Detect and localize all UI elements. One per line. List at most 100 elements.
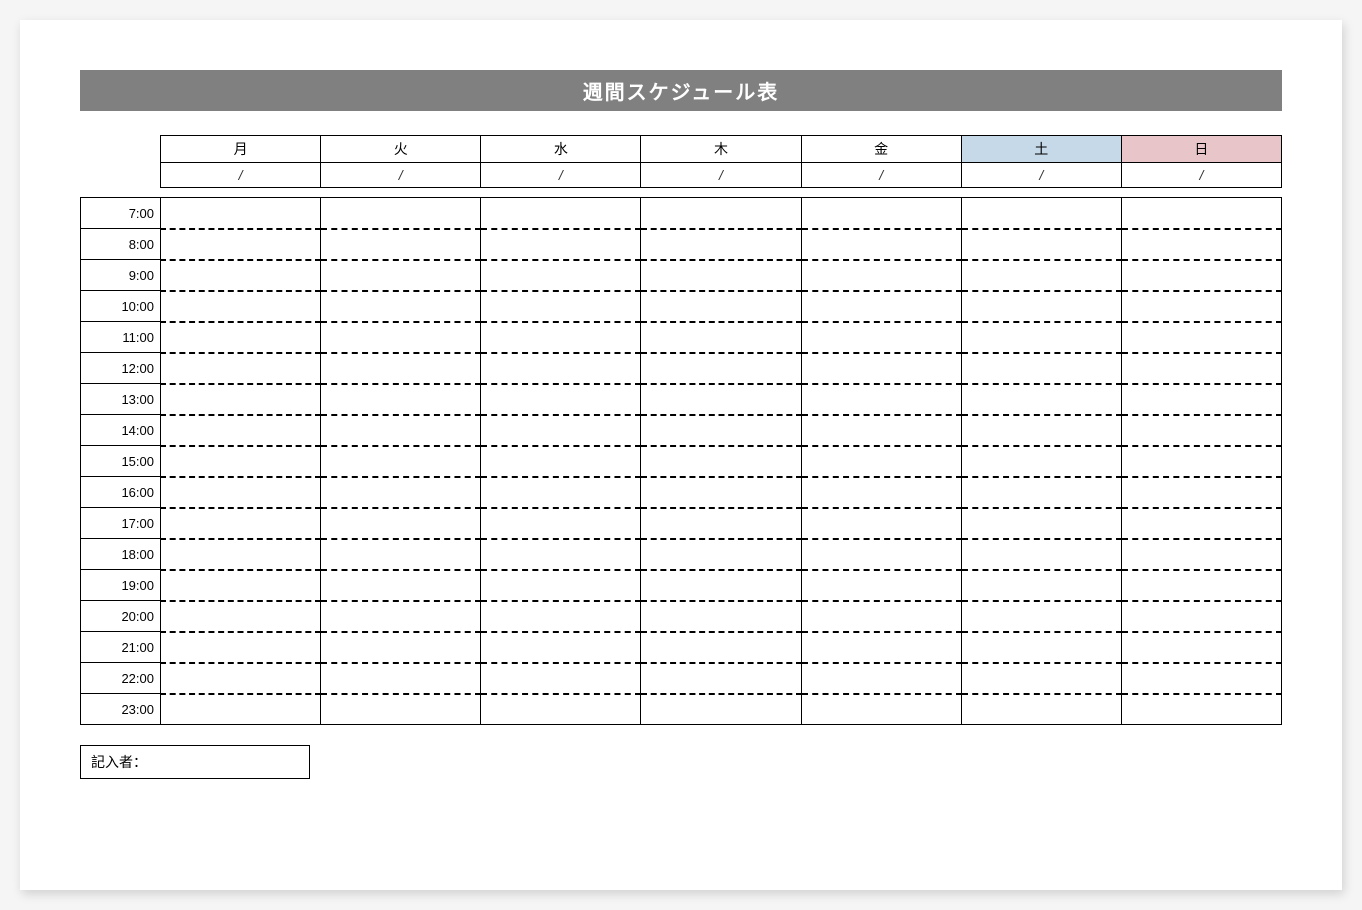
schedule-slot[interactable] (321, 694, 481, 725)
schedule-slot[interactable] (161, 477, 321, 508)
schedule-slot[interactable] (641, 353, 801, 384)
date-cell-tue[interactable]: / (321, 163, 481, 188)
schedule-slot[interactable] (801, 601, 961, 632)
schedule-slot[interactable] (481, 415, 641, 446)
schedule-slot[interactable] (321, 229, 481, 260)
schedule-slot[interactable] (1121, 384, 1281, 415)
schedule-slot[interactable] (1121, 477, 1281, 508)
schedule-slot[interactable] (961, 508, 1121, 539)
schedule-slot[interactable] (321, 353, 481, 384)
schedule-slot[interactable] (321, 384, 481, 415)
author-box[interactable]: 記入者： (80, 745, 310, 779)
schedule-slot[interactable] (801, 322, 961, 353)
date-cell-mon[interactable]: / (161, 163, 321, 188)
schedule-slot[interactable] (1121, 260, 1281, 291)
schedule-slot[interactable] (641, 260, 801, 291)
schedule-slot[interactable] (481, 322, 641, 353)
schedule-slot[interactable] (641, 570, 801, 601)
schedule-slot[interactable] (321, 446, 481, 477)
schedule-slot[interactable] (801, 663, 961, 694)
schedule-slot[interactable] (321, 322, 481, 353)
schedule-slot[interactable] (481, 446, 641, 477)
schedule-slot[interactable] (1121, 229, 1281, 260)
schedule-slot[interactable] (961, 446, 1121, 477)
schedule-slot[interactable] (161, 198, 321, 229)
schedule-slot[interactable] (161, 229, 321, 260)
schedule-slot[interactable] (641, 198, 801, 229)
schedule-slot[interactable] (481, 291, 641, 322)
date-cell-wed[interactable]: / (481, 163, 641, 188)
schedule-slot[interactable] (961, 663, 1121, 694)
schedule-slot[interactable] (161, 415, 321, 446)
schedule-slot[interactable] (161, 663, 321, 694)
schedule-slot[interactable] (161, 353, 321, 384)
schedule-slot[interactable] (1121, 198, 1281, 229)
date-cell-thu[interactable]: / (641, 163, 801, 188)
schedule-slot[interactable] (641, 663, 801, 694)
schedule-slot[interactable] (161, 601, 321, 632)
schedule-slot[interactable] (961, 539, 1121, 570)
schedule-slot[interactable] (961, 570, 1121, 601)
schedule-slot[interactable] (481, 632, 641, 663)
schedule-slot[interactable] (641, 508, 801, 539)
schedule-slot[interactable] (161, 539, 321, 570)
schedule-slot[interactable] (161, 570, 321, 601)
schedule-slot[interactable] (801, 508, 961, 539)
schedule-slot[interactable] (801, 694, 961, 725)
date-cell-sat[interactable]: / (961, 163, 1121, 188)
schedule-slot[interactable] (961, 632, 1121, 663)
schedule-slot[interactable] (801, 198, 961, 229)
schedule-slot[interactable] (321, 198, 481, 229)
schedule-slot[interactable] (961, 198, 1121, 229)
schedule-slot[interactable] (801, 570, 961, 601)
schedule-slot[interactable] (801, 539, 961, 570)
schedule-slot[interactable] (641, 632, 801, 663)
schedule-slot[interactable] (481, 477, 641, 508)
schedule-slot[interactable] (961, 322, 1121, 353)
schedule-slot[interactable] (801, 291, 961, 322)
schedule-slot[interactable] (1121, 415, 1281, 446)
schedule-slot[interactable] (961, 291, 1121, 322)
schedule-slot[interactable] (321, 260, 481, 291)
schedule-slot[interactable] (321, 601, 481, 632)
schedule-slot[interactable] (161, 632, 321, 663)
schedule-slot[interactable] (481, 694, 641, 725)
schedule-slot[interactable] (161, 694, 321, 725)
schedule-slot[interactable] (961, 415, 1121, 446)
schedule-slot[interactable] (1121, 353, 1281, 384)
schedule-slot[interactable] (801, 477, 961, 508)
schedule-slot[interactable] (1121, 446, 1281, 477)
schedule-slot[interactable] (481, 353, 641, 384)
schedule-slot[interactable] (481, 384, 641, 415)
schedule-slot[interactable] (961, 477, 1121, 508)
schedule-slot[interactable] (481, 539, 641, 570)
schedule-slot[interactable] (641, 229, 801, 260)
schedule-slot[interactable] (641, 384, 801, 415)
schedule-slot[interactable] (481, 601, 641, 632)
schedule-slot[interactable] (641, 446, 801, 477)
schedule-slot[interactable] (961, 260, 1121, 291)
schedule-slot[interactable] (161, 322, 321, 353)
schedule-slot[interactable] (641, 477, 801, 508)
schedule-slot[interactable] (641, 415, 801, 446)
schedule-slot[interactable] (961, 694, 1121, 725)
date-cell-fri[interactable]: / (801, 163, 961, 188)
schedule-slot[interactable] (641, 291, 801, 322)
schedule-slot[interactable] (1121, 570, 1281, 601)
schedule-slot[interactable] (801, 415, 961, 446)
schedule-slot[interactable] (321, 415, 481, 446)
schedule-slot[interactable] (1121, 291, 1281, 322)
schedule-slot[interactable] (481, 198, 641, 229)
schedule-slot[interactable] (801, 632, 961, 663)
schedule-slot[interactable] (481, 508, 641, 539)
schedule-slot[interactable] (321, 539, 481, 570)
schedule-slot[interactable] (641, 601, 801, 632)
schedule-slot[interactable] (161, 384, 321, 415)
schedule-slot[interactable] (321, 291, 481, 322)
schedule-slot[interactable] (321, 663, 481, 694)
schedule-slot[interactable] (481, 663, 641, 694)
schedule-slot[interactable] (961, 229, 1121, 260)
schedule-slot[interactable] (161, 291, 321, 322)
schedule-slot[interactable] (321, 508, 481, 539)
schedule-slot[interactable] (161, 508, 321, 539)
